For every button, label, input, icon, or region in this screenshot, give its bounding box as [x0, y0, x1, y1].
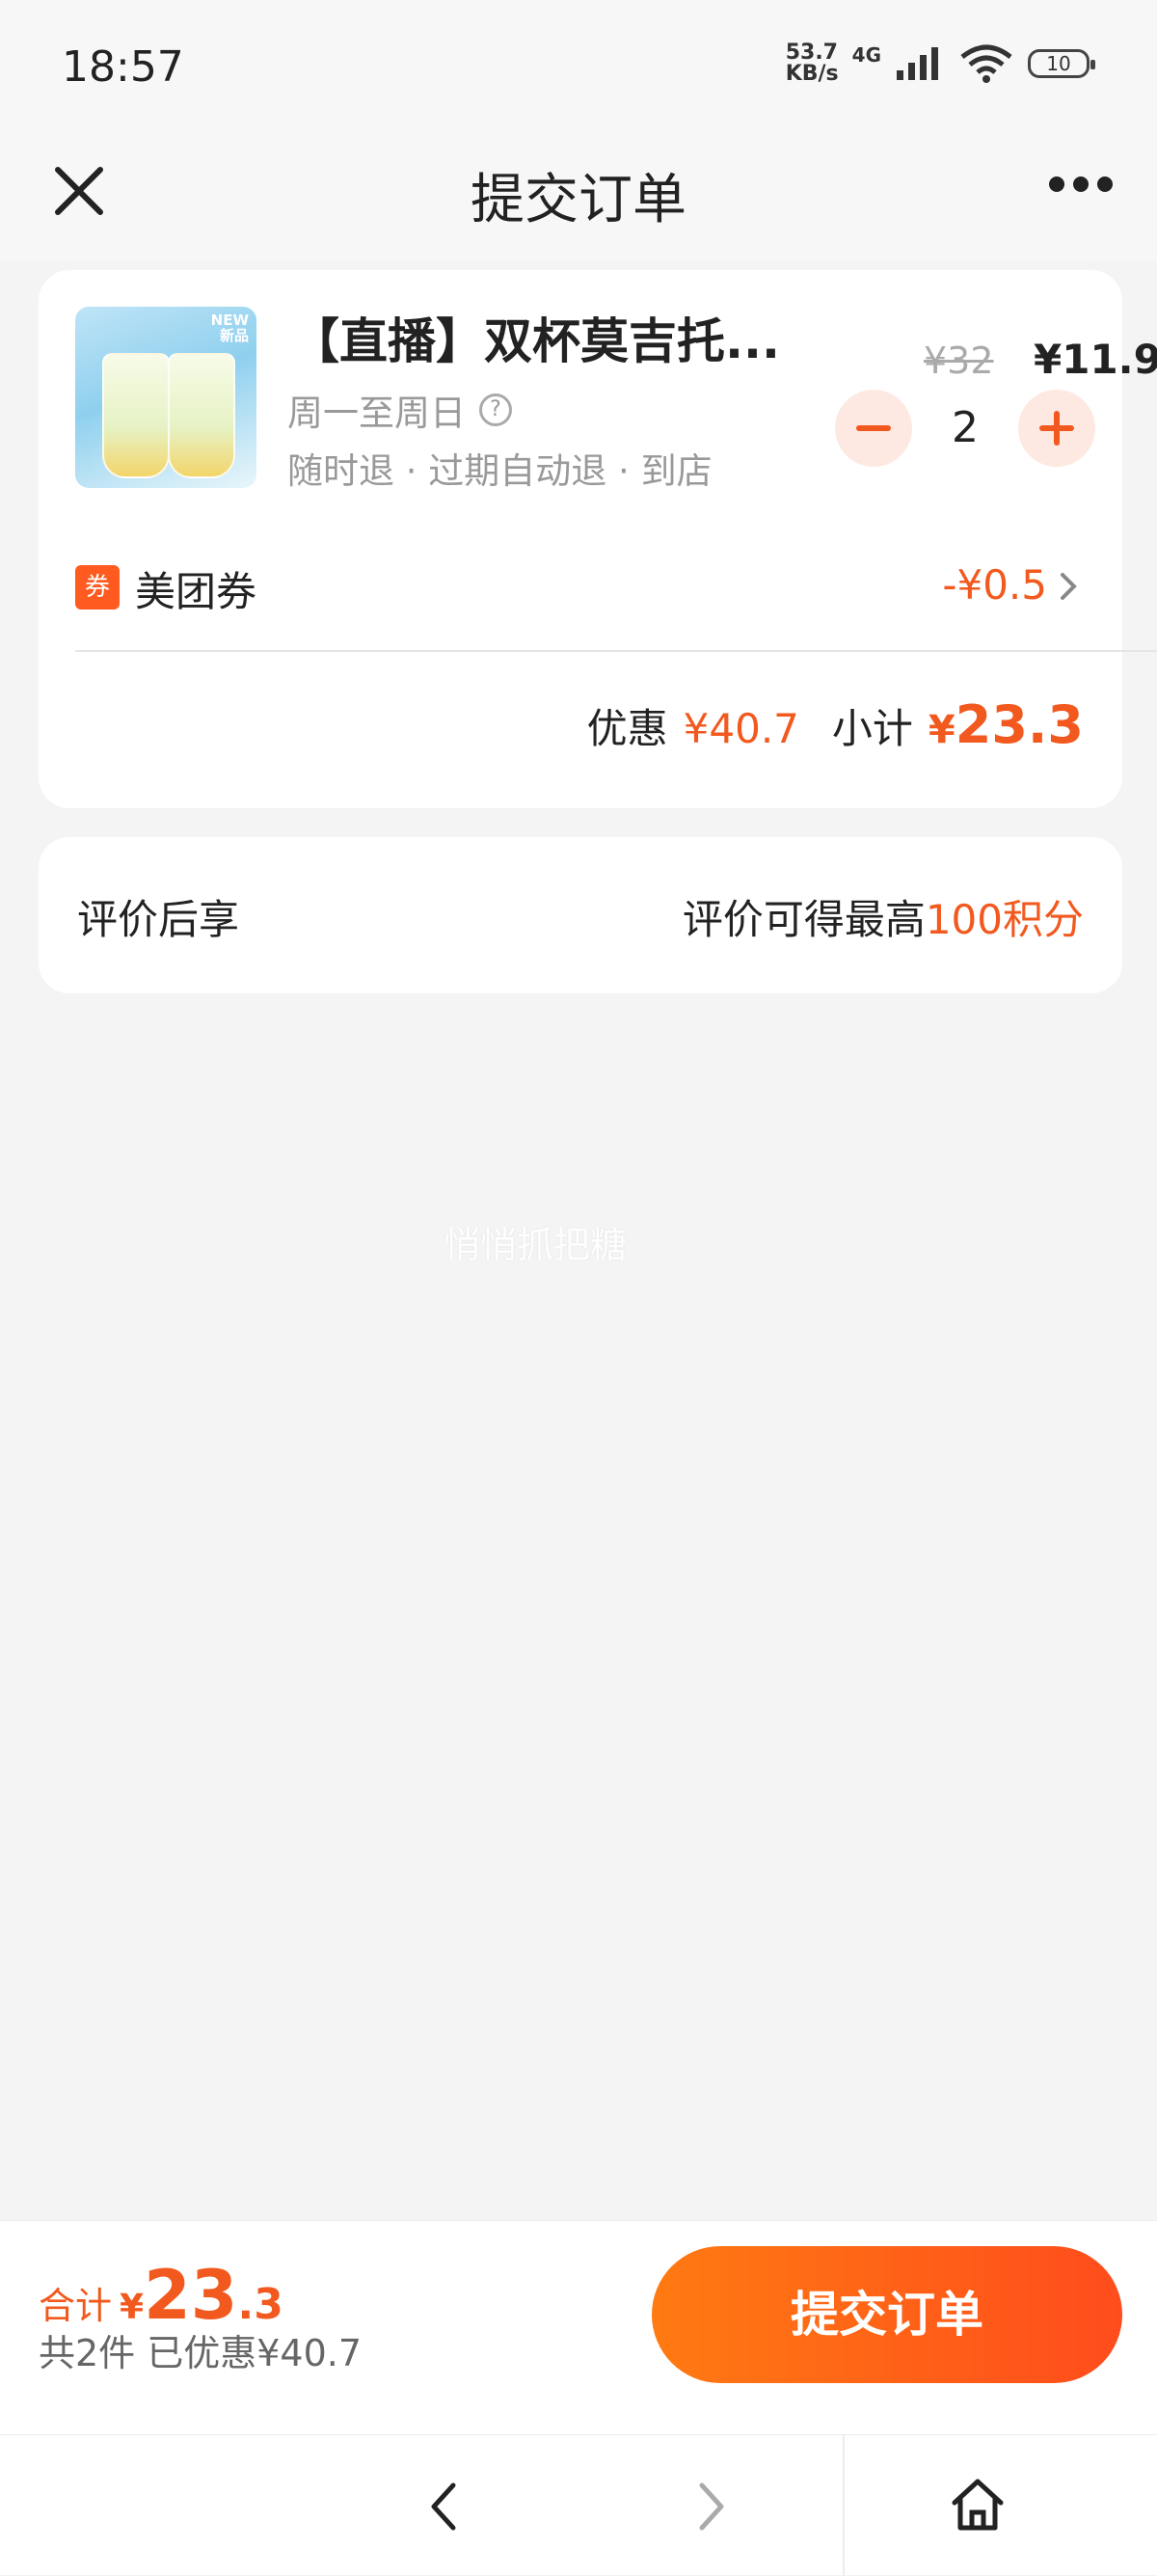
- plus-icon-vertical: [1054, 411, 1060, 446]
- review-reward-info: 评价可得最高100积分: [683, 887, 1084, 946]
- subtotal-row: 优惠 ¥40.7 小计 ¥23.3: [587, 694, 1084, 755]
- subtotal-value: 23.3: [955, 694, 1084, 755]
- status-bar: 18:57 53.7 KB/s 4G 10: [0, 0, 1157, 135]
- divider: [75, 650, 1157, 652]
- coupon-row[interactable]: 券 美团券 -¥0.5: [39, 540, 1122, 648]
- product-availability: 周一至周日 ?: [287, 384, 512, 436]
- status-time: 18:57: [62, 42, 184, 92]
- divider: [843, 2435, 845, 2576]
- quantity-value: 2: [952, 403, 979, 452]
- review-reward-label: 评价后享: [77, 896, 240, 943]
- total-decimal: .3: [237, 2280, 283, 2329]
- current-price: ¥11.9: [1034, 336, 1157, 383]
- signal-icon: [897, 47, 938, 80]
- back-arrow-icon[interactable]: [424, 2478, 463, 2535]
- discount-value: ¥40.7: [683, 705, 799, 752]
- decrease-quantity-button[interactable]: [835, 390, 912, 467]
- discount-label: 优惠: [586, 705, 668, 752]
- minus-icon: [856, 425, 891, 431]
- nav-bar: 提交订单: [0, 135, 1157, 260]
- cup-graphic: [168, 353, 235, 478]
- total-currency: ¥: [120, 2288, 145, 2327]
- order-card: NEW 新品 【直播】双杯莫吉托... 周一至周日 ? 随时退 · 过期自动退 …: [39, 270, 1157, 808]
- review-reward-points: 100积分: [925, 896, 1084, 943]
- thumbnail-badge-line: NEW: [210, 312, 249, 329]
- watermark: 悄悄抓把糖: [444, 1224, 628, 1266]
- battery-icon: 10: [1028, 49, 1095, 78]
- subtotal-currency: ¥: [928, 708, 955, 752]
- review-reward-prefix: 评价可得最高: [682, 896, 926, 943]
- thumbnail-badge-line: 新品: [219, 327, 249, 344]
- page-title: 提交订单: [471, 169, 686, 231]
- submit-order-button[interactable]: 提交订单: [652, 2246, 1122, 2383]
- original-price: ¥32: [924, 339, 994, 382]
- subtotal-label: 小计: [831, 705, 913, 752]
- coupon-label: 美团券: [135, 568, 257, 615]
- status-indicators: 53.7 KB/s 4G 10: [786, 42, 1095, 85]
- availability-days: 周一至周日: [287, 393, 466, 434]
- more-dots-icon[interactable]: [1047, 170, 1115, 199]
- quantity-stepper: 2: [835, 390, 1095, 467]
- coupon-value: -¥0.5: [942, 561, 1047, 609]
- product-title[interactable]: 【直播】双杯莫吉托...: [291, 303, 780, 372]
- coupon-icon: 券: [75, 565, 120, 610]
- help-icon[interactable]: ?: [479, 393, 512, 426]
- home-icon[interactable]: [951, 2478, 1005, 2532]
- product-policy-tags: 随时退 · 过期自动退 · 到店: [287, 450, 713, 492]
- cup-graphic: [102, 353, 170, 478]
- browser-nav-bar: [0, 2434, 1157, 2576]
- increase-quantity-button[interactable]: [1018, 390, 1095, 467]
- order-summary: 共2件 已优惠¥40.7: [39, 2332, 363, 2374]
- network-speed: 53.7 KB/s: [786, 42, 839, 85]
- network-type: 4G: [851, 43, 881, 67]
- thumbnail-badge: NEW 新品: [211, 312, 249, 343]
- checkout-bar: 合计 ¥ 23 .3 共2件 已优惠¥40.7 提交订单: [0, 2220, 1157, 2434]
- review-reward-card: 评价后享 评价可得最高100积分: [39, 837, 1122, 993]
- forward-arrow-icon[interactable]: [692, 2478, 731, 2535]
- product-thumbnail[interactable]: NEW 新品: [75, 307, 256, 488]
- total-label: 合计: [39, 2285, 113, 2327]
- wifi-icon: [960, 44, 1012, 83]
- network-speed-value: 53.7: [785, 41, 838, 65]
- chevron-right-icon: [1061, 573, 1077, 600]
- network-speed-unit: KB/s: [785, 62, 839, 86]
